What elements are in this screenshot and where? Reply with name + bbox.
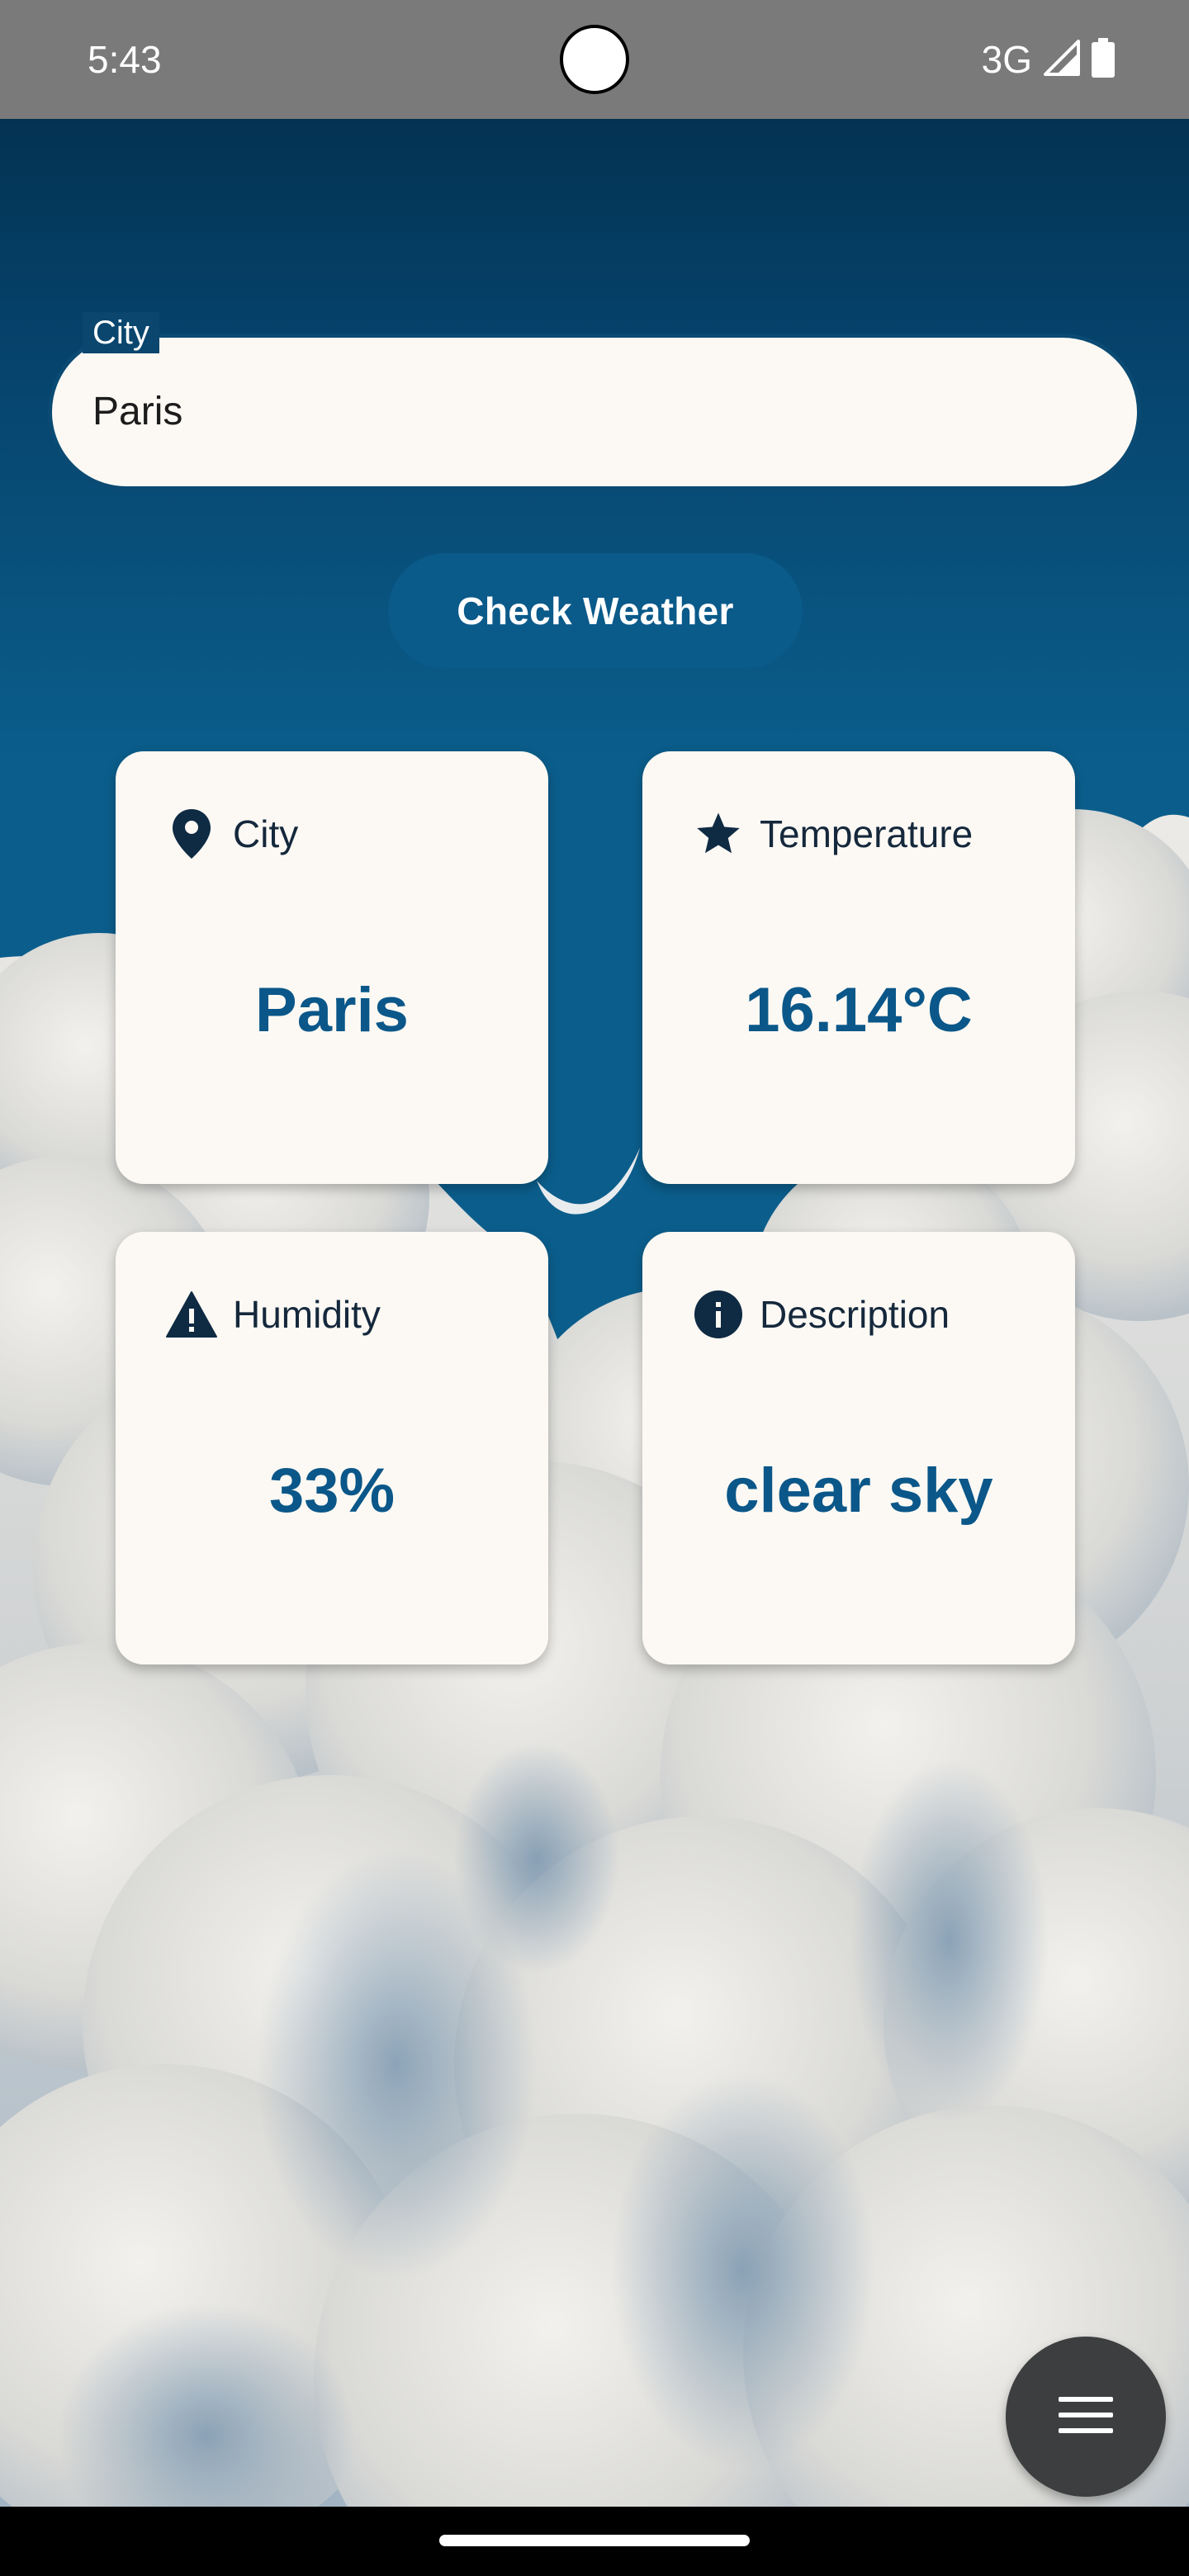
city-input-label: City [83,312,159,353]
city-card-value: Paris [255,975,409,1045]
warning-icon [165,1288,218,1341]
status-indicators: 3G [982,33,1115,86]
signal-icon [1044,39,1080,80]
menu-fab-button[interactable] [1006,2337,1166,2497]
humidity-card: Humidity 33% [116,1232,548,1664]
temperature-card-header: Temperature [692,801,973,867]
location-pin-icon [165,807,218,860]
humidity-card-header: Humidity [165,1281,381,1347]
status-time: 5:43 [88,38,162,81]
humidity-card-value: 33% [268,1456,396,1526]
city-card-title: City [233,812,299,855]
network-type-label: 3G [981,38,1032,81]
city-card-header: City [165,801,298,867]
description-card-header: Description [692,1281,950,1347]
camera-cutout [560,25,629,94]
description-card-value: clear sky [724,1456,993,1526]
home-gesture-handle[interactable] [439,2535,750,2546]
city-input-value[interactable]: Paris [92,385,182,439]
city-input[interactable] [48,334,1141,490]
temperature-card: Temperature 16.14°C [642,751,1075,1184]
battery-icon [1092,37,1115,82]
description-card: Description clear sky [642,1232,1075,1664]
star-icon [692,807,745,860]
check-weather-label: Check Weather [457,590,734,632]
weather-screen: 5:43 3G City Paris Check Weather City Pa… [0,0,1189,2576]
navigation-bar [0,2507,1189,2576]
city-card: City Paris [116,751,548,1184]
temperature-card-title: Temperature [760,812,973,855]
check-weather-button[interactable]: Check Weather [388,553,803,669]
status-bar: 5:43 3G [0,0,1189,119]
menu-icon [1059,2395,1113,2439]
description-card-title: Description [760,1293,950,1336]
humidity-card-title: Humidity [233,1293,381,1336]
temperature-card-value: 16.14°C [745,975,973,1045]
info-icon [692,1288,745,1341]
